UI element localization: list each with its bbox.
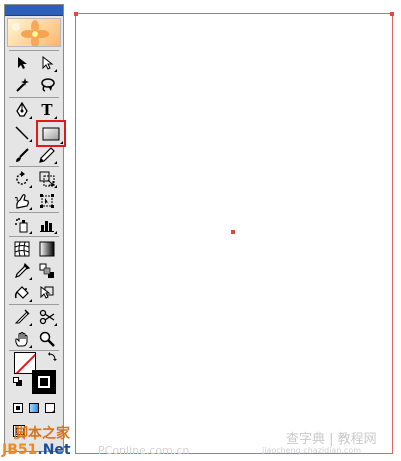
live-paint-selection-tool[interactable] [36,283,58,303]
live-paint-selection-icon [40,286,54,299]
eyedropper-icon [15,263,30,278]
flyout-indicator [60,141,63,144]
paintbrush-icon [16,148,29,162]
tools-separator [9,304,59,305]
rotate-icon [16,171,28,185]
flyout-indicator [54,69,57,72]
artboard-corner-marker [390,12,394,16]
artboard-center-point [231,230,235,234]
watermark-jb51: JB51 [2,442,38,458]
line-segment-tool[interactable] [11,123,33,143]
illustrator-workspace: T 脚本之家 JB51.Net PConline.com.cn 查字典 | 教程… [0,0,401,461]
flyout-indicator [29,299,32,302]
lasso-tool[interactable] [36,75,58,95]
flyout-indicator [54,323,57,326]
gradient-tool[interactable] [36,239,58,259]
default-fill-stroke-icon[interactable] [13,377,23,387]
tools-panel: T [4,4,66,452]
artboard-corner-marker [74,12,78,16]
pen-nib-icon [16,102,28,117]
warp-finger-icon [14,194,29,209]
tools-separator [9,236,59,237]
watermark-pconline: PConline.com.cn [98,444,190,457]
line-segment-icon [15,126,29,140]
watermark-jb51-cn: 脚本之家 [14,426,70,442]
magnifier-icon [39,331,55,347]
paint-bucket-icon [14,286,29,299]
flyout-indicator [29,207,32,210]
mesh-tool[interactable] [11,239,33,259]
scale-tool[interactable] [36,169,58,189]
flyout-indicator [29,116,32,119]
flyout-indicator [29,277,32,280]
flyout-indicator [54,116,57,119]
direct-selection-tool[interactable] [36,53,58,73]
free-transform-icon [40,194,54,208]
watermark-chazidian: 查字典 | 教程网 [286,432,377,447]
symbol-sprayer-tool[interactable] [11,215,33,235]
symbol-sprayer-icon [15,218,28,233]
white-arrow-icon [42,56,54,70]
column-graph-icon [40,221,54,232]
tools-separator [9,166,59,167]
stroke-inner [38,376,50,388]
magic-wand-tool[interactable] [11,75,33,95]
flyout-indicator [29,345,32,348]
flyout-indicator [29,231,32,234]
color-mode-button[interactable] [13,403,23,413]
blend-tool[interactable] [36,261,58,281]
gradient-icon [39,241,55,257]
tools-panel-titlebar[interactable] [5,5,63,16]
blend-icon [39,263,54,278]
hand-tool[interactable] [11,329,33,349]
mesh-icon [14,241,30,257]
type-tool[interactable]: T [36,100,58,120]
black-arrow-icon [18,57,27,69]
watermark-chazidian-url: jiaocheng.chazidian.com [262,446,362,455]
none-slash-icon [51,409,54,412]
gradient-mode-button[interactable] [29,403,39,413]
selection-tool[interactable] [11,53,33,73]
flyout-indicator [54,161,57,164]
pen-tool[interactable] [11,100,33,120]
magic-wand-icon [16,78,29,92]
flyout-indicator [29,185,32,188]
pencil-tool[interactable] [36,145,58,165]
warp-tool[interactable] [11,191,33,211]
rectangle-icon [42,127,60,140]
swap-fill-stroke-icon[interactable] [47,352,57,362]
watermark-jb51-net: JB51.Net [2,442,71,458]
slice-knife-icon [14,309,30,324]
column-graph-tool[interactable] [36,215,58,235]
scissors-icon [39,309,55,325]
tools-separator [9,97,59,98]
zoom-tool[interactable] [36,329,58,349]
paintbrush-tool[interactable] [11,145,33,165]
live-paint-bucket-tool[interactable] [11,283,33,303]
rectangle-tool[interactable] [36,120,66,147]
hand-icon [15,332,28,347]
free-transform-tool[interactable] [36,191,58,211]
scale-icon [39,171,55,187]
flyout-indicator [29,323,32,326]
pencil-icon [39,147,55,163]
type-t-icon: T [41,100,53,119]
slice-tool[interactable] [11,307,33,327]
flyout-indicator [54,231,57,234]
watermark-net: .Net [37,442,71,458]
tools-separator [9,212,59,213]
app-logo[interactable] [7,18,61,47]
flyout-indicator [54,185,57,188]
eyedropper-tool[interactable] [11,261,33,281]
tools-separator [9,50,59,51]
flyout-indicator [29,139,32,142]
stroke-color-swatch[interactable] [32,370,56,394]
color-mode-dot [16,406,20,410]
none-mode-button[interactable] [45,403,55,413]
scissors-tool[interactable] [36,307,58,327]
rotate-tool[interactable] [11,169,33,189]
tools-separator [9,350,59,351]
lasso-icon [41,78,55,92]
